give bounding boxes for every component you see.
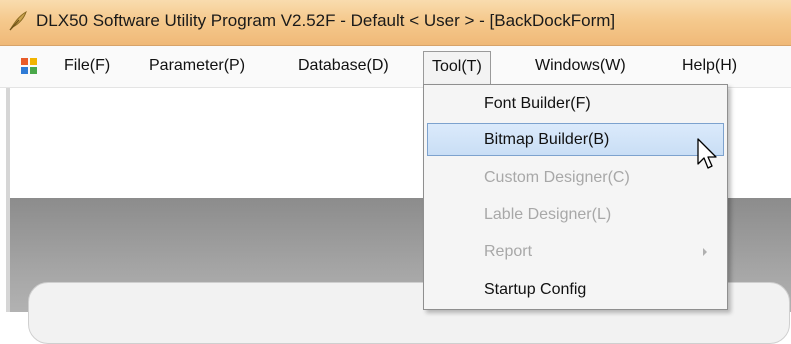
menu-item-report: Report [427,235,724,268]
feather-app-icon [9,10,27,31]
mdi-window-icon[interactable] [20,57,38,75]
menu-item-label: Bitmap Builder(B) [484,131,610,148]
menu-item-label: Report [484,243,533,260]
menu-parameter[interactable]: Parameter(P) [141,52,253,80]
menu-item-bitmap-builder[interactable]: Bitmap Builder(B) [427,123,724,156]
menu-item-lable-designer: Lable Designer(L) [427,198,724,231]
menu-item-custom-designer: Custom Designer(C) [427,161,724,194]
menu-database[interactable]: Database(D) [290,52,397,80]
mouse-pointer-icon [697,138,717,169]
menu-tool[interactable]: Tool(T) [423,51,491,86]
menu-item-startup-config[interactable]: Startup Config [427,273,724,306]
tool-menu-dropdown: Font Builder(F) Bitmap Builder(B) Custom… [423,84,728,310]
window-title: DLX50 Software Utility Program V2.52F - … [36,11,616,30]
menu-item-label: Font Builder(F) [484,95,591,112]
menu-item-label: Custom Designer(C) [484,169,630,186]
menu-bar: File(F) Parameter(P) Database(D) Tool(T)… [0,46,791,88]
menu-item-label: Startup Config [484,281,587,298]
menu-item-label: Lable Designer(L) [484,206,612,223]
menu-windows[interactable]: Windows(W) [527,52,634,80]
menu-help[interactable]: Help(H) [674,52,745,80]
submenu-arrow-icon [703,248,707,256]
menu-item-font-builder[interactable]: Font Builder(F) [427,87,724,120]
menu-file[interactable]: File(F) [56,52,118,80]
title-bar[interactable]: DLX50 Software Utility Program V2.52F - … [0,0,791,46]
